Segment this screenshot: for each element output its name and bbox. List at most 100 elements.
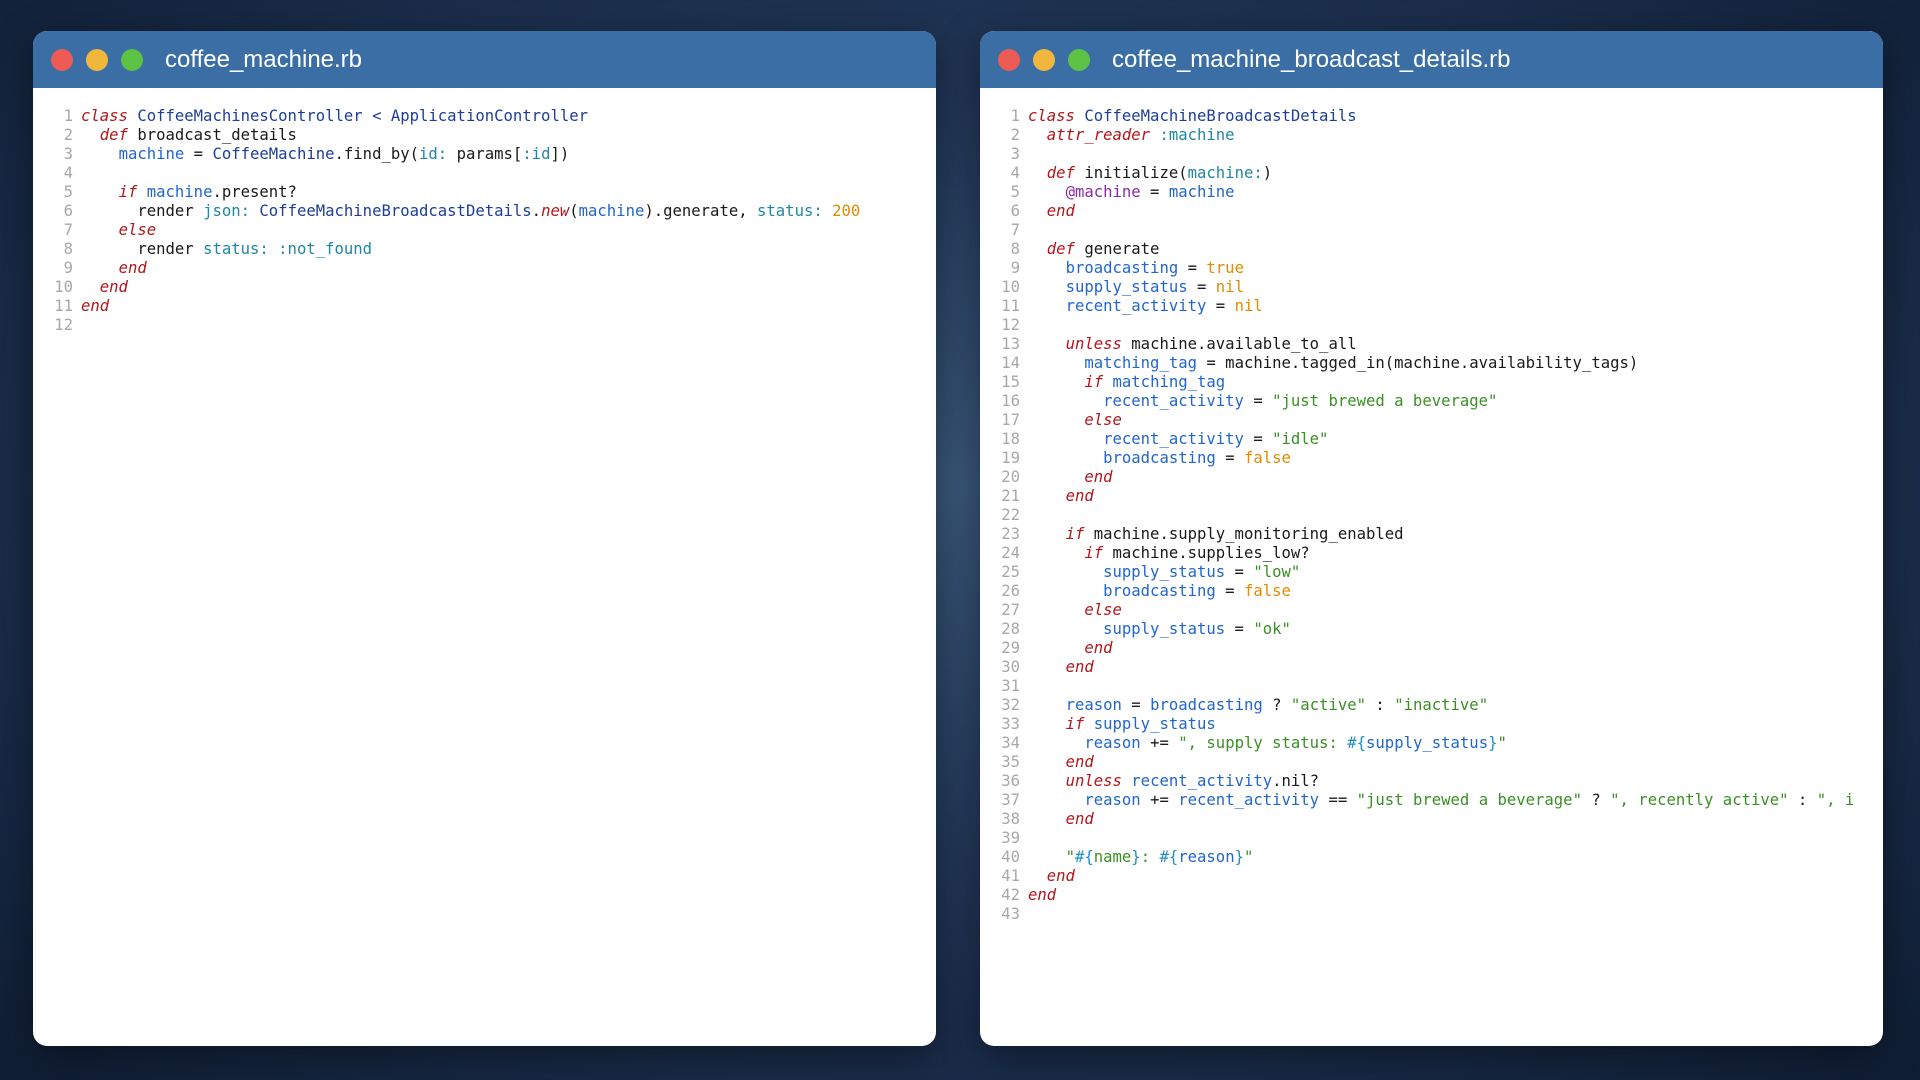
- code-token: end: [1046, 202, 1075, 220]
- line-text: broadcasting = false: [1028, 582, 1291, 601]
- code-line: 8 render status: :not_found: [33, 240, 936, 259]
- line-text: if machine.supply_monitoring_enabled: [1028, 525, 1404, 544]
- code-editor[interactable]: 1 class CoffeeMachinesController < Applic…: [33, 88, 936, 335]
- line-text: class CoffeeMachineBroadcastDetails: [1028, 107, 1357, 126]
- line-text: end: [1028, 753, 1094, 772]
- code-token: ApplicationController: [390, 107, 588, 125]
- close-button[interactable]: [51, 48, 73, 71]
- code-token: recent_activity: [1178, 791, 1320, 809]
- line-number: 29: [1001, 639, 1020, 657]
- line-number: 40: [1001, 848, 1020, 866]
- line-text: broadcasting = true: [1028, 259, 1244, 278]
- code-token: "idle": [1272, 430, 1329, 448]
- code-token: broadcasting: [1065, 259, 1179, 277]
- code-line: 4: [33, 164, 936, 183]
- code-token: machine: [578, 202, 645, 220]
- code-line: 2 attr_reader :machine: [980, 126, 1883, 145]
- line-number: 20: [1001, 468, 1020, 486]
- line-number: 43: [1001, 905, 1020, 923]
- line-number: 37: [1001, 791, 1020, 809]
- code-line: 38 end: [980, 810, 1883, 829]
- code-line: 21 end: [980, 487, 1883, 506]
- line-text: end: [1028, 487, 1094, 506]
- code-token: =: [1140, 183, 1169, 201]
- code-line: 29 end: [980, 639, 1883, 658]
- code-token: generate: [1074, 240, 1160, 258]
- code-token: recent_activity: [1103, 430, 1244, 448]
- code-token: supply_status: [1103, 620, 1226, 638]
- code-token: ", supply status:: [1178, 734, 1348, 752]
- code-token: CoffeeMachine: [212, 145, 335, 163]
- code-token: name: [1093, 848, 1132, 866]
- line-text: end: [81, 297, 109, 316]
- code-line: 19 broadcasting = false: [980, 449, 1883, 468]
- code-token: else: [1084, 601, 1122, 619]
- line-number: 16: [1001, 392, 1020, 410]
- line-text: if matching_tag: [1028, 373, 1225, 392]
- code-token: render: [81, 240, 204, 258]
- code-token: def: [1046, 240, 1075, 258]
- line-number: 31: [1001, 677, 1020, 695]
- line-text: def initialize(machine:): [1028, 164, 1272, 183]
- code-token: 200: [832, 202, 861, 220]
- code-token: machine: [146, 183, 213, 201]
- line-text: def broadcast_details: [81, 126, 297, 145]
- minimize-button[interactable]: [86, 48, 108, 71]
- code-token: true: [1206, 259, 1244, 277]
- code-token: end: [1084, 468, 1113, 486]
- code-line: 6 render json: CoffeeMachineBroadcastDet…: [33, 202, 936, 221]
- line-number: 12: [1001, 316, 1020, 334]
- code-token: reason: [1178, 848, 1235, 866]
- code-token: = machine.tagged_in(machine.availability…: [1197, 354, 1639, 372]
- line-text: "#{name}: #{reason}": [1028, 848, 1254, 867]
- code-token: status:: [757, 202, 823, 220]
- line-number: 39: [1001, 829, 1020, 847]
- line-text: class CoffeeMachinesController < Applica…: [81, 107, 588, 126]
- minimize-button[interactable]: [1033, 48, 1055, 71]
- maximize-button[interactable]: [1068, 48, 1090, 71]
- line-number: 41: [1001, 867, 1020, 885]
- code-line: 11 end: [33, 297, 936, 316]
- code-token: def: [1046, 164, 1075, 182]
- code-token: if: [118, 183, 138, 201]
- line-text: if machine.present?: [81, 183, 297, 202]
- code-line: 12: [33, 316, 936, 335]
- line-text: supply_status = "low": [1028, 563, 1300, 582]
- code-token: =: [1243, 392, 1273, 410]
- code-token: +=: [1140, 734, 1179, 752]
- line-text: render json: CoffeeMachineBroadcastDetai…: [81, 202, 860, 221]
- code-token: =: [1178, 259, 1207, 277]
- code-token: end: [1065, 487, 1094, 505]
- code-line: 1 class CoffeeMachinesController < Applic…: [33, 107, 936, 126]
- code-token: supply_status: [1366, 734, 1489, 752]
- code-token: unless: [1065, 335, 1122, 353]
- code-line: 35 end: [980, 753, 1883, 772]
- maximize-button[interactable]: [121, 48, 143, 71]
- code-token: params[: [447, 145, 523, 163]
- line-number: 10: [1001, 278, 1020, 296]
- code-token: CoffeeMachineBroadcastDetails: [259, 202, 532, 220]
- code-token: =: [1225, 620, 1254, 638]
- code-editor[interactable]: 1 class CoffeeMachineBroadcastDetails 2 at…: [980, 88, 1883, 924]
- code-line: 26 broadcasting = false: [980, 582, 1883, 601]
- line-number: 36: [1001, 772, 1020, 790]
- close-button[interactable]: [998, 48, 1020, 71]
- code-token: .: [531, 202, 542, 220]
- code-line: 5 @machine = machine: [980, 183, 1883, 202]
- code-token: false: [1243, 582, 1291, 600]
- line-number: 9: [1010, 259, 1020, 277]
- code-line: 36 unless recent_activity.nil?: [980, 772, 1883, 791]
- code-token: end: [1084, 639, 1113, 657]
